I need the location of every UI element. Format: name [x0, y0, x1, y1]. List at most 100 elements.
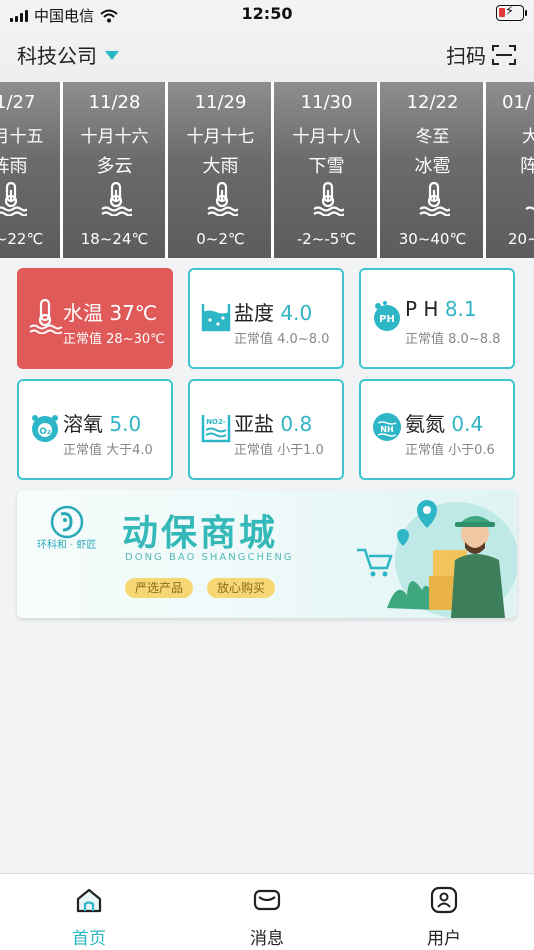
- weather-temp: -2~-5℃: [296, 230, 357, 248]
- metric-range: 正常值 4.0~8.0: [234, 332, 330, 347]
- brand-logo-icon: [50, 505, 84, 539]
- weather-day: 11/28 十月十六 多云 18~24℃: [64, 82, 168, 258]
- water-temperature-icon: [207, 182, 238, 216]
- weather-temp: 20~: [508, 230, 534, 248]
- weather-temp: 0~2℃: [196, 230, 245, 248]
- brand-logo-text: 环科和 · 虾匠: [37, 540, 97, 551]
- water-temperature-icon: [313, 182, 344, 216]
- weather-condition: 大雨: [202, 156, 239, 177]
- weather-temp: 18~24℃: [80, 230, 149, 248]
- svg-text:NO2-: NO2-: [206, 418, 226, 426]
- metric-card-ph[interactable]: PH P H 8.1 正常值 8.0~8.8: [359, 268, 515, 369]
- company-name: 科技公司: [17, 44, 97, 68]
- ammonia-icon: NH: [373, 413, 401, 441]
- scan-button[interactable]: 扫码: [446, 40, 516, 69]
- weather-condition: 阵: [520, 156, 534, 177]
- weather-lunar: 冬至: [415, 127, 450, 147]
- ph-icon: PH: [374, 301, 400, 331]
- metric-title: P H 8.1: [405, 297, 477, 321]
- top-header-area: 中国电信 12:50 ⚡ 科技公司 扫码: [0, 0, 534, 82]
- metric-name: 水温: [63, 301, 103, 325]
- weather-date: 11/29: [194, 92, 247, 113]
- weather-lunar: 十月十七: [186, 127, 255, 147]
- shop-banner[interactable]: 环科和 · 虾匠 动保商城 DONG BAO SHANGCHENG 严选产品 放…: [17, 490, 517, 618]
- metric-value: 4.0: [280, 301, 313, 325]
- shop-illustration-icon: [357, 500, 517, 618]
- metric-range: 正常值 大于4.0: [63, 443, 153, 458]
- banner-tag-selected-products: 严选产品: [125, 578, 194, 598]
- banner-subtitle: DONG BAO SHANGCHENG: [125, 552, 294, 563]
- banner-tag-safe-purchase: 放心购买: [207, 578, 276, 598]
- salinity-icon: [201, 304, 231, 332]
- water-temperature-icon: [0, 182, 27, 216]
- metric-range: 正常值 小于1.0: [234, 443, 324, 458]
- tab-label: 用户: [427, 929, 461, 949]
- metric-title: 亚盐 0.8: [234, 408, 312, 437]
- weather-temp: 20~22℃: [0, 230, 44, 248]
- weather-lunar: 十月十八: [292, 127, 361, 147]
- weather-date: 11/27: [0, 92, 36, 113]
- weather-date: 01/: [502, 92, 531, 113]
- battery-icon: ⚡: [496, 4, 527, 21]
- tab-label: 消息: [250, 929, 284, 949]
- metric-card-ammonia[interactable]: NH 氨氮 0.4 正常值 小于0.6: [359, 379, 515, 480]
- weather-date: 11/30: [300, 92, 353, 113]
- home-icon: [76, 888, 102, 913]
- weather-day: 11/29 十月十七 大雨 0~2℃: [170, 82, 274, 258]
- tab-home[interactable]: 首页: [49, 886, 129, 949]
- tab-messages[interactable]: 消息: [227, 886, 307, 949]
- water-temperature-icon: [525, 199, 534, 211]
- water-temperature-icon: [419, 182, 450, 216]
- metric-value: 8.1: [444, 297, 477, 321]
- status-time: 12:50: [241, 4, 293, 23]
- weather-lunar: 十月十五: [0, 127, 44, 147]
- message-icon: [253, 889, 281, 911]
- weather-temp: 30~40℃: [398, 230, 467, 248]
- weather-lunar: 大: [522, 127, 534, 147]
- metric-value: 5.0: [109, 412, 142, 436]
- metric-value: 0.8: [280, 412, 313, 436]
- metric-value: 0.4: [451, 412, 484, 436]
- caret-down-icon: [105, 51, 119, 60]
- metric-title: 溶氧 5.0: [63, 408, 141, 437]
- weather-day: 11/27 十月十五 阵雨 20~22℃: [0, 82, 63, 258]
- thermometer-icon: [29, 298, 63, 334]
- metric-card-nitrite[interactable]: NO2- 亚盐 0.8 正常值 小于1.0: [188, 379, 344, 480]
- bottom-tab-bar: 首页 消息 用户: [0, 873, 534, 950]
- weather-day: 11/30 十月十八 下雪 -2~-5℃: [276, 82, 380, 258]
- weather-date: 11/28: [88, 92, 141, 113]
- metric-card-water-temp[interactable]: 水温 37℃ 正常值 28~30℃: [17, 268, 173, 369]
- metric-card-oxygen[interactable]: O₂ 溶氧 5.0 正常值 大于4.0: [17, 379, 173, 480]
- metric-name: 亚盐: [234, 412, 274, 436]
- weather-day: 01/ 大 阵 20~: [488, 82, 534, 258]
- svg-text:PH: PH: [379, 314, 395, 325]
- metric-card-salinity[interactable]: 盐度 4.0 正常值 4.0~8.0: [188, 268, 344, 369]
- metric-name: 氨氮: [405, 412, 445, 436]
- weather-condition: 多云: [96, 156, 133, 177]
- metric-range: 正常值 28~30℃: [63, 332, 165, 347]
- scan-icon: [492, 44, 516, 65]
- company-selector[interactable]: 科技公司: [17, 40, 119, 69]
- svg-text:O₂: O₂: [39, 427, 51, 437]
- metric-value: 37℃: [109, 301, 158, 325]
- metric-range: 正常值 8.0~8.8: [405, 332, 501, 347]
- user-icon: [430, 886, 458, 914]
- tab-label: 首页: [72, 929, 106, 949]
- weather-day: 12/22 冬至 冰雹 30~40℃: [382, 82, 486, 258]
- metric-name: P H: [405, 297, 439, 321]
- weather-condition: 冰雹: [414, 156, 451, 177]
- weather-strip[interactable]: 11/27 十月十五 阵雨 20~22℃ 11/28 十月十六 多云 18~24…: [0, 82, 534, 258]
- weather-date: 12/22: [406, 92, 459, 113]
- water-temperature-icon: [101, 182, 132, 216]
- metric-title: 水温 37℃: [63, 297, 157, 326]
- nitrite-icon: NO2-: [201, 415, 231, 443]
- tab-user[interactable]: 用户: [404, 886, 484, 949]
- metric-name: 溶氧: [63, 412, 103, 436]
- oxygen-icon: O₂: [32, 415, 58, 442]
- svg-text:NH: NH: [380, 425, 393, 434]
- weather-lunar: 十月十六: [80, 127, 149, 147]
- weather-condition: 阵雨: [0, 156, 28, 177]
- weather-condition: 下雪: [308, 156, 345, 177]
- metric-range: 正常值 小于0.6: [405, 443, 495, 458]
- metric-title: 盐度 4.0: [234, 297, 312, 326]
